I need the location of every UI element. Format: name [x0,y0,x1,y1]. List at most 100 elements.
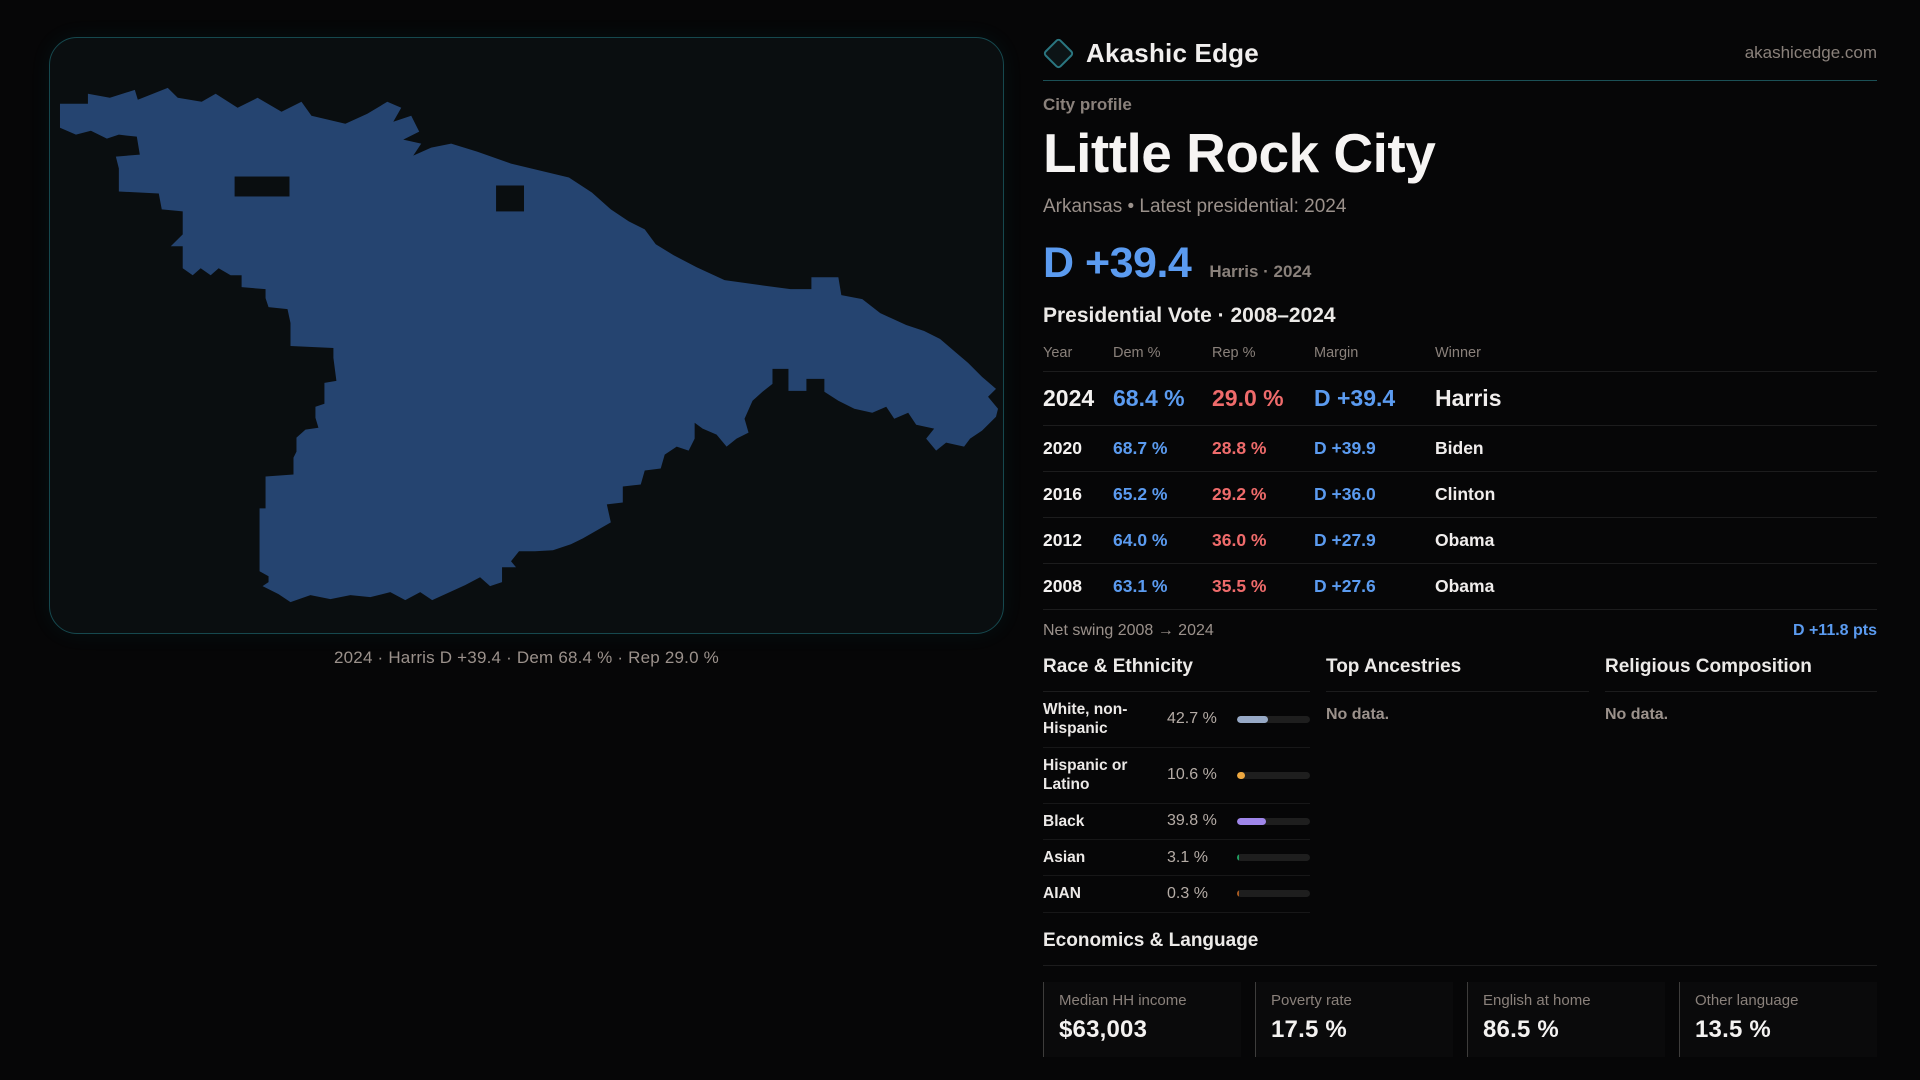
header-divider [1043,80,1877,81]
ancestries-heading: Top Ancestries [1326,656,1589,692]
economics-heading: Economics & Language [1043,930,1877,966]
race-bar [1237,818,1310,825]
headline-margin: D +39.4 Harris · 2024 [1043,239,1877,288]
rep-cell: 29.0 % [1212,385,1314,412]
winner-cell: Biden [1435,438,1877,459]
year-cell: 2012 [1043,530,1113,551]
race-bar [1237,890,1310,897]
winner-cell: Obama [1435,530,1877,551]
map-caption: 2024 · Harris D +39.4 · Dem 68.4 % · Rep… [49,648,1004,668]
race-label: Black [1043,812,1167,831]
stat-card: English at home 86.5 % [1467,982,1665,1057]
race-label: White, non-Hispanic [1043,700,1167,739]
year-cell: 2016 [1043,484,1113,505]
race-value: 10.6 % [1167,766,1237,784]
brand: Akashic Edge [1043,38,1259,69]
race-value: 3.1 % [1167,849,1237,867]
net-swing-value: D +11.8 pts [1793,622,1877,640]
dem-cell: 68.7 % [1113,438,1212,459]
race-value: 42.7 % [1167,710,1237,728]
net-swing-row: Net swing 2008 → 2024 D +11.8 pts [1043,622,1877,640]
rep-cell: 35.5 % [1212,576,1314,597]
race-row: Asian 3.1 % [1043,840,1310,876]
race-value: 39.8 % [1167,812,1237,830]
stat-value: $63,003 [1059,1016,1233,1044]
dem-cell: 63.1 % [1113,576,1212,597]
stat-label: Poverty rate [1271,992,1445,1009]
race-row: Black 39.8 % [1043,804,1310,840]
stat-label: Other language [1695,992,1869,1009]
site-domain-link[interactable]: akashicedge.com [1745,43,1877,63]
map-enclave-notch [496,186,524,212]
year-cell: 2020 [1043,438,1113,459]
race-label: AIAN [1043,884,1167,903]
stat-value: 86.5 % [1483,1016,1657,1044]
ancestries-empty: No data. [1326,706,1589,724]
city-boundary-map [49,37,1004,634]
table-row: 2012 64.0 % 36.0 % D +27.9 Obama [1043,518,1877,564]
margin-cell: D +39.9 [1314,438,1435,459]
religion-heading: Religious Composition [1605,656,1877,692]
stat-value: 17.5 % [1271,1016,1445,1044]
table-header-row: Year Dem % Rep % Margin Winner [1043,339,1877,372]
col-rep: Rep % [1212,345,1314,361]
city-boundary-svg [50,38,1003,633]
margin-context: Harris · 2024 [1209,262,1311,282]
rep-cell: 36.0 % [1212,530,1314,551]
elections-table: Year Dem % Rep % Margin Winner 2024 68.4… [1043,339,1877,610]
economics-stats: Median HH income $63,003 Poverty rate 17… [1043,982,1877,1057]
table-row: 2020 68.7 % 28.8 % D +39.9 Biden [1043,426,1877,472]
year-cell: 2024 [1043,385,1113,412]
margin-cell: D +39.4 [1314,385,1435,412]
city-title: Little Rock City [1043,121,1877,185]
elections-heading: Presidential Vote · 2008–2024 [1043,304,1877,328]
col-margin: Margin [1314,345,1435,361]
rep-cell: 29.2 % [1212,484,1314,505]
city-boundary-shape [60,88,998,602]
table-row: 2016 65.2 % 29.2 % D +36.0 Clinton [1043,472,1877,518]
table-row: 2008 63.1 % 35.5 % D +27.6 Obama [1043,564,1877,610]
winner-cell: Obama [1435,576,1877,597]
stat-label: Median HH income [1059,992,1233,1009]
profile-panel: Akashic Edge akashicedge.com City profil… [1043,30,1877,1080]
race-row: Hispanic or Latino 10.6 % [1043,748,1310,804]
stat-label: English at home [1483,992,1657,1009]
stat-card: Poverty rate 17.5 % [1255,982,1453,1057]
diamond-logo-icon [1042,37,1075,70]
stat-card: Median HH income $63,003 [1043,982,1241,1057]
dem-cell: 64.0 % [1113,530,1212,551]
race-row: White, non-Hispanic 42.7 % [1043,692,1310,748]
stat-card: Other language 13.5 % [1679,982,1877,1057]
margin-cell: D +27.9 [1314,530,1435,551]
race-bar [1237,716,1310,723]
race-label: Hispanic or Latino [1043,756,1167,795]
rep-cell: 28.8 % [1212,438,1314,459]
page: 2024 · Harris D +39.4 · Dem 68.4 % · Rep… [0,0,1920,1080]
stat-value: 13.5 % [1695,1016,1869,1044]
brand-name: Akashic Edge [1086,38,1259,69]
dem-cell: 65.2 % [1113,484,1212,505]
ancestries-section: Top Ancestries No data. [1326,656,1589,913]
dem-cell: 68.4 % [1113,385,1212,412]
map-enclave-notch [235,177,290,197]
race-value: 0.3 % [1167,885,1237,903]
subtitle: Arkansas • Latest presidential: 2024 [1043,196,1877,218]
kicker: City profile [1043,95,1877,115]
winner-cell: Clinton [1435,484,1877,505]
net-swing-label: Net swing 2008 → 2024 [1043,622,1214,640]
table-row: 2024 68.4 % 29.0 % D +39.4 Harris [1043,372,1877,426]
winner-cell: Harris [1435,385,1877,412]
margin-value: D +39.4 [1043,239,1191,288]
race-label: Asian [1043,848,1167,867]
race-heading: Race & Ethnicity [1043,656,1310,692]
header: Akashic Edge akashicedge.com [1043,30,1877,76]
col-winner: Winner [1435,345,1877,361]
demographics-grid: Race & Ethnicity White, non-Hispanic 42.… [1043,656,1877,913]
year-cell: 2008 [1043,576,1113,597]
race-ethnicity-section: Race & Ethnicity White, non-Hispanic 42.… [1043,656,1310,913]
col-dem: Dem % [1113,345,1212,361]
col-year: Year [1043,345,1113,361]
race-bar [1237,854,1310,861]
religion-empty: No data. [1605,706,1877,724]
margin-cell: D +27.6 [1314,576,1435,597]
